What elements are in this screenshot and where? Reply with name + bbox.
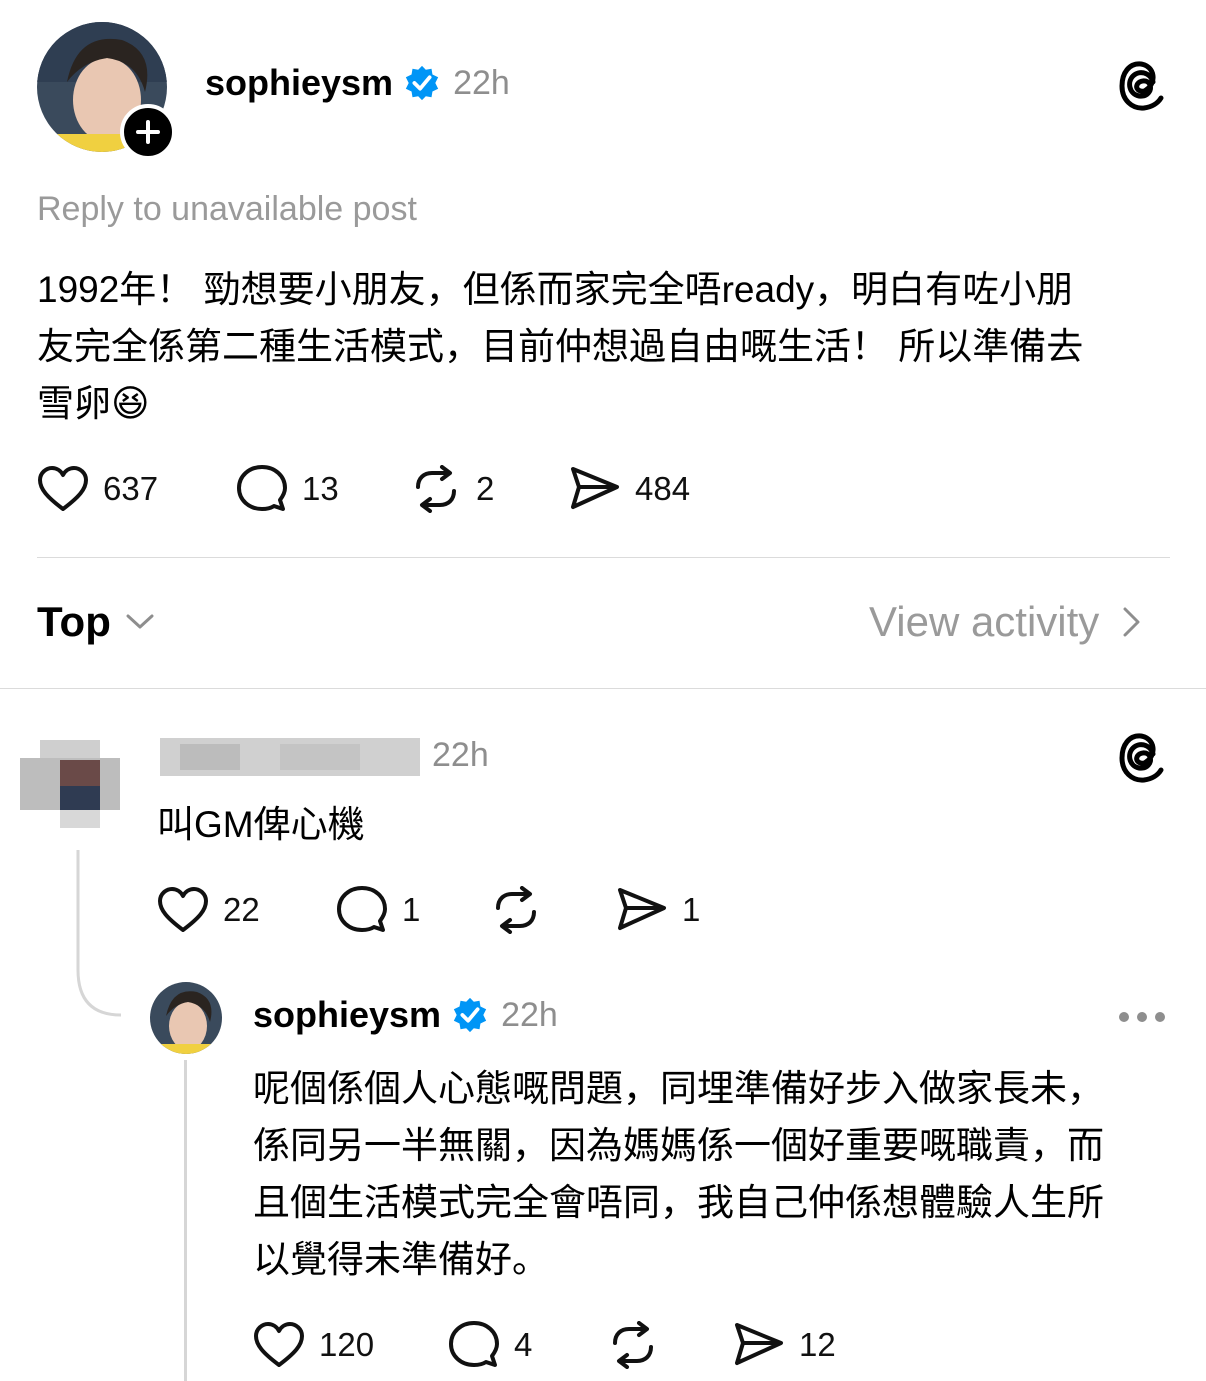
comment-icon	[337, 886, 387, 932]
reply-author-avatar[interactable]	[150, 982, 222, 1054]
reply-author-text: 呢個係個人心態嘅問題，同埋準備好步入做家長未， 係同另一半無關，因為媽媽係一個好…	[253, 1060, 1173, 1288]
reply-avatar-blurred[interactable]	[20, 740, 120, 828]
comment-count: 1	[402, 891, 421, 928]
comment-icon	[237, 465, 287, 511]
divider	[0, 688, 1206, 689]
comment-icon	[449, 1321, 499, 1367]
plus-icon	[136, 120, 160, 144]
like-count: 120	[319, 1326, 375, 1363]
repost-count: 2	[476, 470, 495, 507]
sort-dropdown[interactable]: Top	[37, 598, 155, 646]
like-button[interactable]: 120	[253, 1317, 374, 1373]
post-header: sophieysm 22h	[205, 60, 510, 106]
share-button[interactable]: 484	[569, 461, 690, 517]
view-activity-label: View activity	[869, 598, 1100, 645]
reply-username-blurred[interactable]	[140, 738, 420, 776]
reply-time: 22h	[432, 736, 489, 774]
heart-icon	[38, 466, 88, 511]
follow-button[interactable]	[120, 104, 176, 160]
divider	[37, 557, 1170, 558]
author-username[interactable]: sophieysm	[205, 62, 393, 104]
chevron-down-icon	[126, 614, 154, 629]
reply-text-line: 係同另一半無關，因為媽媽係一個好重要嘅職責，而	[253, 1125, 1104, 1166]
reply-text: 叫GM俾心機	[157, 804, 365, 845]
share-count: 12	[799, 1326, 836, 1363]
sort-label: Top	[37, 598, 111, 645]
post-text-line: 雪卵😆	[37, 383, 150, 424]
share-icon	[618, 888, 666, 930]
comment-button[interactable]: 4	[448, 1317, 532, 1373]
reply-text-line: 且個生活模式完全會唔同，我自己仲係想體驗人生所	[253, 1182, 1104, 1223]
share-button[interactable]: 12	[733, 1317, 836, 1373]
like-button[interactable]: 637	[37, 461, 158, 517]
like-button[interactable]: 22	[157, 882, 260, 938]
reply-author-username[interactable]: sophieysm	[253, 994, 441, 1036]
comment-count: 4	[514, 1326, 533, 1363]
verified-badge-icon	[453, 997, 487, 1033]
post-text: 1992年！ 勁想要小朋友，但係而家完全唔ready，明白有咗小朋 友完全係第二…	[37, 261, 1177, 432]
post-time: 22h	[453, 63, 510, 102]
repost-icon	[416, 465, 456, 513]
post-text-line: 1992年！ 勁想要小朋友，但係而家完全唔ready，明白有咗小朋	[37, 269, 1074, 310]
view-activity-link[interactable]: View activity	[869, 598, 1143, 646]
threads-logo-icon[interactable]	[1117, 730, 1167, 786]
comment-button[interactable]: 13	[236, 461, 339, 517]
repost-button[interactable]	[607, 1317, 659, 1373]
chevron-right-icon	[1123, 607, 1140, 637]
repost-button[interactable]	[490, 882, 542, 938]
reply-note[interactable]: Reply to unavailable post	[37, 190, 417, 229]
reply-author-time: 22h	[501, 995, 558, 1034]
threads-logo-icon[interactable]	[1117, 58, 1167, 114]
reply-text-line: 以覺得未準備好。	[253, 1239, 549, 1280]
share-button[interactable]: 1	[616, 882, 700, 938]
reply-header: sophieysm 22h	[253, 992, 558, 1038]
heart-icon	[254, 1322, 304, 1367]
share-icon	[571, 467, 619, 509]
share-icon	[735, 1323, 783, 1365]
comment-button[interactable]: 1	[336, 882, 420, 938]
thread-connector	[76, 850, 122, 1017]
repost-icon	[496, 886, 536, 934]
post-text-line: 友完全係第二種生活模式，目前仲想過自由嘅生活！ 所以準備去	[37, 326, 1084, 367]
share-count: 484	[635, 470, 691, 507]
like-count: 637	[103, 470, 159, 507]
like-count: 22	[223, 891, 260, 928]
verified-badge-icon	[405, 65, 439, 101]
heart-icon	[158, 887, 208, 932]
repost-button[interactable]: 2	[410, 461, 494, 517]
reply-text-line: 呢個係個人心態嘅問題，同埋準備好步入做家長未，	[253, 1068, 1104, 1109]
more-icon[interactable]	[1117, 1010, 1167, 1024]
share-count: 1	[682, 891, 701, 928]
comment-count: 13	[302, 470, 339, 507]
repost-icon	[613, 1321, 653, 1369]
thread-line	[184, 1060, 187, 1381]
